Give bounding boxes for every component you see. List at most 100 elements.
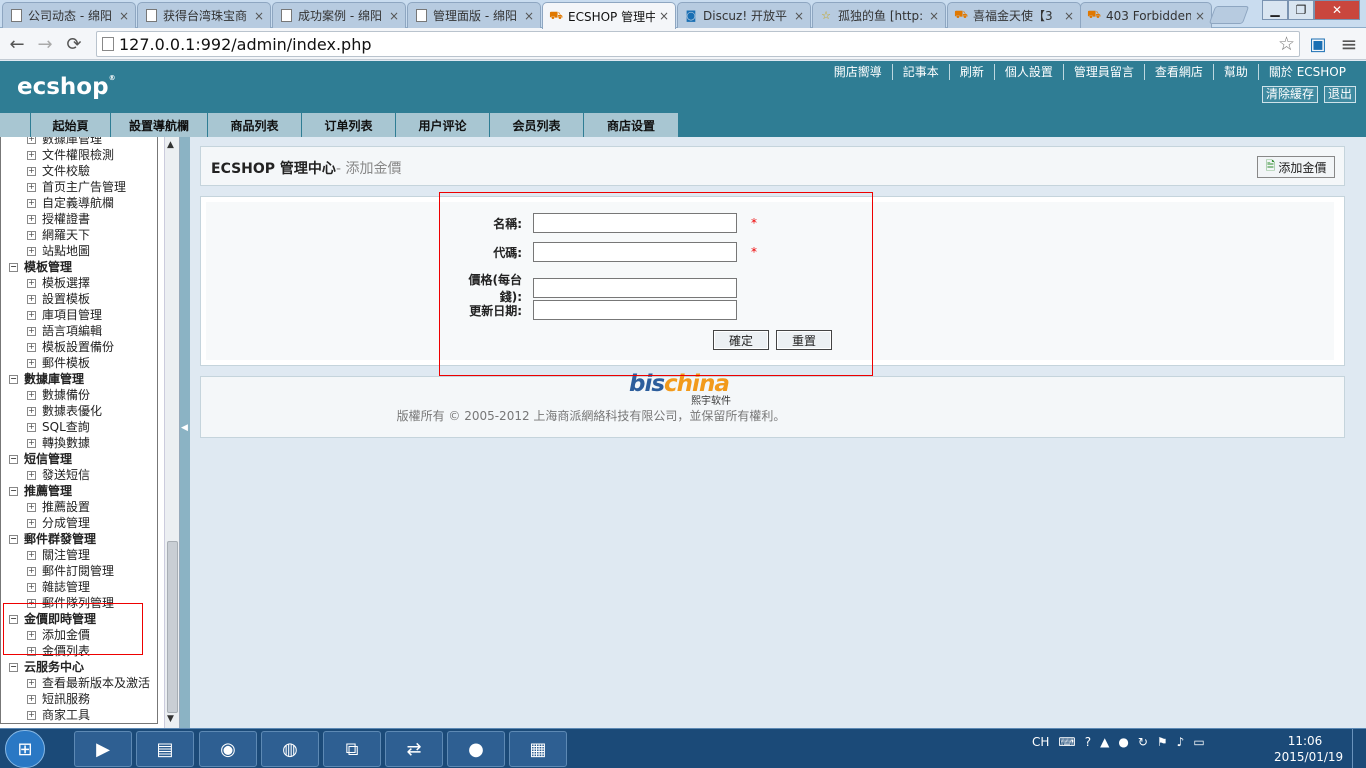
link-view-store[interactable]: 查看網店 xyxy=(1143,64,1213,80)
tree-item[interactable]: + 短訊服務 xyxy=(1,691,157,707)
tree-item[interactable]: + 推薦設置 xyxy=(1,499,157,515)
help-icon[interactable]: ? xyxy=(1085,735,1091,749)
file-explorer-icon[interactable]: ▤ xyxy=(136,731,194,767)
tree-group-templates[interactable]: − 模板管理 xyxy=(1,259,157,275)
link-setup-wizard[interactable]: 開店嚮導 xyxy=(824,64,892,80)
show-hidden-icon[interactable]: ▲ xyxy=(1100,735,1109,749)
reload-icon[interactable]: ⟳ xyxy=(63,33,85,55)
back-icon[interactable]: ← xyxy=(6,33,28,55)
media-player-icon[interactable]: ▶ xyxy=(74,731,132,767)
tree-item[interactable]: + 分成管理 xyxy=(1,515,157,531)
close-icon[interactable]: × xyxy=(1195,9,1205,23)
tree-item[interactable]: + 語言項編輯 xyxy=(1,323,157,339)
tree-item[interactable]: + 發送短信 xyxy=(1,467,157,483)
link-refresh[interactable]: 刷新 xyxy=(948,64,994,80)
menu-shop-settings[interactable]: 商店设置 xyxy=(584,113,679,137)
menu-comments[interactable]: 用户评论 xyxy=(396,113,490,137)
sidebar-scrollbar[interactable]: ▲ ▼ xyxy=(164,137,179,728)
qq-icon[interactable]: ● xyxy=(447,731,505,767)
tree-group-affiliate[interactable]: − 推薦管理 xyxy=(1,483,157,499)
database-app-icon[interactable]: ▦ xyxy=(509,731,567,767)
menu-home[interactable]: 起始頁 xyxy=(31,113,111,137)
tree-group-database[interactable]: − 數據庫管理 xyxy=(1,371,157,387)
tab-2[interactable]: 成功案例 - 绵阳 × xyxy=(272,2,406,28)
close-icon[interactable]: × xyxy=(929,9,939,23)
sidebar-toggle[interactable]: ◀ xyxy=(180,137,190,728)
volume-icon[interactable]: ♪ xyxy=(1177,735,1185,749)
tab-4[interactable]: ⛟ ECSHOP 管理中 × xyxy=(542,2,676,29)
language-indicator[interactable]: CH xyxy=(1032,735,1049,749)
tab-8[interactable]: ⛟ 403 Forbidden × xyxy=(1080,2,1212,28)
tab-6[interactable]: ☆ 孤独的鱼 [http: × xyxy=(812,2,946,28)
clock[interactable]: 11:06 2015/01/19 xyxy=(1274,733,1343,765)
tree-group-cloud[interactable]: − 云服务中心 xyxy=(1,659,157,675)
tab-5[interactable]: ◙ Discuz! 开放平 × xyxy=(677,2,811,28)
window-close-button[interactable]: ✕ xyxy=(1314,0,1360,20)
tree-item[interactable]: + 數據庫管理 xyxy=(1,137,157,147)
scroll-up-icon[interactable]: ▲ xyxy=(167,140,174,150)
close-icon[interactable]: × xyxy=(659,9,669,23)
link-about[interactable]: 關於 ECSHOP xyxy=(1257,64,1356,80)
new-tab-button[interactable] xyxy=(1208,6,1250,24)
tree-group-email[interactable]: − 郵件群發管理 xyxy=(1,531,157,547)
close-icon[interactable]: × xyxy=(794,9,804,23)
tree-item[interactable]: + 數據表優化 xyxy=(1,403,157,419)
tab-1[interactable]: 获得台湾珠宝商 × xyxy=(137,2,271,28)
tree-item[interactable]: + 郵件訂閱管理 xyxy=(1,563,157,579)
link-admin-messages[interactable]: 管理員留言 xyxy=(1062,64,1144,80)
menu-nav-settings[interactable]: 設置導航欄 xyxy=(111,113,208,137)
scroll-thumb[interactable] xyxy=(167,541,178,713)
close-icon[interactable]: × xyxy=(254,9,264,23)
tree-item[interactable]: + 數據備份 xyxy=(1,387,157,403)
start-button[interactable]: ⊞ xyxy=(5,730,45,768)
link-personal-settings[interactable]: 個人設置 xyxy=(993,64,1063,80)
tree-item[interactable]: + 授權證書 xyxy=(1,211,157,227)
tree-item[interactable]: + 轉換數據 xyxy=(1,435,157,451)
tree-item[interactable]: + 設置模板 xyxy=(1,291,157,307)
tree-item[interactable]: + 查看最新版本及激活 xyxy=(1,675,157,691)
extension-icon[interactable]: ▣ xyxy=(1307,33,1329,55)
tab-3[interactable]: 管理面版 - 绵阳 × xyxy=(407,2,541,28)
close-icon[interactable]: × xyxy=(119,9,129,23)
close-icon[interactable]: × xyxy=(389,9,399,23)
tree-item[interactable]: + 首页主广告管理 xyxy=(1,179,157,195)
network-icon[interactable]: ▭ xyxy=(1193,735,1204,749)
flag-icon[interactable]: ⚑ xyxy=(1157,735,1168,749)
tree-item[interactable]: + 文件校驗 xyxy=(1,163,157,179)
tree-item[interactable]: + 站點地圖 xyxy=(1,243,157,259)
link-help[interactable]: 幫助 xyxy=(1212,64,1258,80)
close-icon[interactable]: × xyxy=(524,9,534,23)
address-bar[interactable]: 127.0.0.1:992/admin/index.php ☆ xyxy=(96,31,1300,57)
media-app-icon[interactable]: ◍ xyxy=(261,731,319,767)
show-desktop-button[interactable] xyxy=(1352,729,1366,768)
tab-0[interactable]: 公司动态 - 绵阳 × xyxy=(2,2,136,28)
tree-item[interactable]: + 模板選擇 xyxy=(1,275,157,291)
tree-group-sms[interactable]: − 短信管理 xyxy=(1,451,157,467)
forward-icon[interactable]: → xyxy=(34,33,56,55)
tree-item[interactable]: + 自定義導航欄 xyxy=(1,195,157,211)
minimize-button[interactable]: ▁ xyxy=(1262,0,1288,20)
close-icon[interactable]: × xyxy=(1064,9,1074,23)
tree-item[interactable]: + 庫項目管理 xyxy=(1,307,157,323)
tree-item[interactable]: + 文件權限檢測 xyxy=(1,147,157,163)
sync-icon[interactable]: ↻ xyxy=(1138,735,1148,749)
menu-goods-list[interactable]: 商品列表 xyxy=(208,113,302,137)
chrome-icon[interactable]: ◉ xyxy=(199,731,257,767)
bookmark-star-icon[interactable]: ☆ xyxy=(1278,33,1295,55)
remote-desktop-icon[interactable]: ⇄ xyxy=(385,731,443,767)
logout-button[interactable]: 退出 xyxy=(1323,86,1356,103)
scroll-down-icon[interactable]: ▼ xyxy=(167,714,174,724)
tree-item[interactable]: + 商家工具 xyxy=(1,707,157,723)
maximize-button[interactable]: ❐ xyxy=(1288,0,1314,20)
qq-tray-icon[interactable]: ● xyxy=(1118,735,1128,749)
tree-item[interactable]: + SQL查詢 xyxy=(1,419,157,435)
link-notepad[interactable]: 記事本 xyxy=(891,64,949,80)
menu-members[interactable]: 会员列表 xyxy=(490,113,584,137)
add-gold-price-button[interactable]: 🗎 添加金價 xyxy=(1257,156,1335,178)
tree-item[interactable]: + 雜誌管理 xyxy=(1,579,157,595)
tree-item[interactable]: + 關注管理 xyxy=(1,547,157,563)
tab-7[interactable]: ⛟ 喜福金天使【3 × xyxy=(947,2,1081,28)
network-app-icon[interactable]: ⧉ xyxy=(323,731,381,767)
tree-item[interactable]: + 模板設置備份 xyxy=(1,339,157,355)
keyboard-icon[interactable]: ⌨ xyxy=(1058,735,1075,749)
